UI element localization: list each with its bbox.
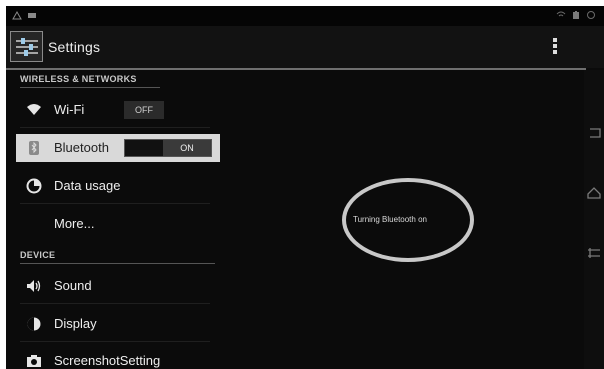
overflow-menu-icon[interactable] — [551, 38, 559, 56]
settings-item-screenshot[interactable]: ScreenshotSetting — [16, 347, 220, 369]
settings-item-more[interactable]: More... — [16, 210, 220, 238]
bluetooth-toggle-state: ON — [163, 140, 211, 156]
battery-icon — [571, 10, 581, 20]
sound-icon — [26, 278, 42, 294]
settings-app-icon[interactable] — [10, 31, 43, 62]
display-label: Display — [54, 316, 97, 331]
status-left — [12, 10, 37, 20]
section-header-wireless: WIRELESS & NETWORKS — [20, 74, 137, 84]
section-header-device: DEVICE — [20, 250, 56, 260]
status-right — [556, 10, 596, 20]
camera-icon — [26, 353, 42, 369]
navigation-bar — [584, 70, 604, 369]
bluetooth-toggle[interactable]: ON — [124, 139, 212, 157]
bluetooth-icon — [26, 140, 42, 156]
annotation-circle — [342, 178, 474, 262]
display-icon — [26, 316, 42, 332]
row-divider — [20, 303, 210, 304]
row-divider — [20, 203, 210, 204]
settings-item-sound[interactable]: Sound — [16, 272, 220, 300]
signal-icon — [12, 10, 22, 20]
screenshot-label: ScreenshotSetting — [54, 353, 161, 368]
data-usage-icon — [26, 178, 42, 194]
settings-item-bluetooth[interactable]: Bluetooth ON — [16, 134, 220, 162]
settings-item-display[interactable]: Display — [16, 310, 220, 338]
recent-apps-icon[interactable] — [586, 246, 602, 260]
bluetooth-label: Bluetooth — [54, 140, 109, 155]
wifi-toggle[interactable]: OFF — [124, 101, 164, 119]
back-icon[interactable] — [586, 126, 602, 140]
action-bar-divider — [6, 68, 586, 70]
data-usage-label: Data usage — [54, 178, 121, 193]
page-title: Settings — [48, 39, 101, 55]
row-divider — [20, 127, 210, 128]
action-bar: Settings — [6, 26, 604, 68]
notification-icon — [27, 10, 37, 20]
sound-label: Sound — [54, 278, 92, 293]
section-divider-wireless — [20, 87, 160, 88]
settings-item-data-usage[interactable]: Data usage — [16, 172, 220, 200]
clock-icon — [586, 10, 596, 20]
settings-item-wifi[interactable]: Wi-Fi OFF — [16, 96, 220, 124]
status-bar — [6, 6, 604, 26]
wifi-label: Wi-Fi — [54, 102, 85, 117]
row-divider — [20, 341, 210, 342]
section-divider-device — [20, 263, 215, 264]
wifi-icon — [26, 102, 42, 118]
wifi-status-icon — [556, 10, 566, 20]
home-icon[interactable] — [586, 186, 602, 200]
more-label: More... — [54, 216, 95, 231]
tablet-screen: Settings WIRELESS & NETWORKS Wi-Fi OFF B… — [6, 6, 604, 369]
